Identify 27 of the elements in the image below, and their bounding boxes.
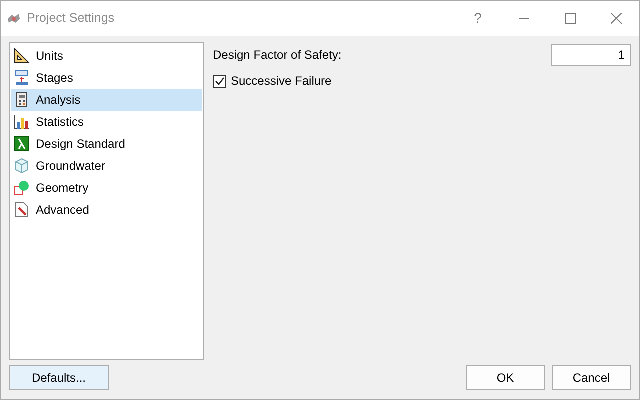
bar-chart-icon [14, 114, 30, 130]
app-icon [7, 12, 21, 24]
circle-square-icon [14, 180, 30, 196]
cube-icon [14, 158, 30, 174]
defaults-button[interactable]: Defaults... [9, 365, 109, 390]
cancel-button[interactable]: Cancel [552, 365, 631, 390]
sidebar-item[interactable]: Units [11, 45, 202, 67]
ok-button[interactable]: OK [466, 365, 545, 390]
sidebar-item[interactable]: Stages [11, 67, 202, 89]
close-icon [610, 13, 622, 24]
field-label: Design Factor of Safety: [213, 47, 342, 64]
input-field[interactable]: 1 [551, 44, 631, 66]
window-title: Project Settings [27, 10, 115, 28]
help-button[interactable]: ? [455, 1, 501, 36]
checkbox-label[interactable]: Successive Failure [231, 72, 332, 90]
sidebar-item[interactable]: Geometry [11, 177, 202, 199]
calculator-icon [14, 92, 30, 108]
sidebar-item[interactable]: Advanced [11, 199, 202, 221]
lambda-icon [14, 136, 30, 152]
sidebar-item[interactable]: Analysis [11, 89, 202, 111]
sidebar-item[interactable]: Groundwater [11, 155, 202, 177]
maximize-icon [564, 13, 576, 24]
sidebar-item[interactable]: Design Standard [11, 133, 202, 155]
sidebar-item[interactable]: Statistics [11, 111, 202, 133]
document-wrench-icon [14, 202, 30, 218]
stages-icon [14, 70, 30, 86]
checkbox[interactable] [213, 74, 226, 88]
